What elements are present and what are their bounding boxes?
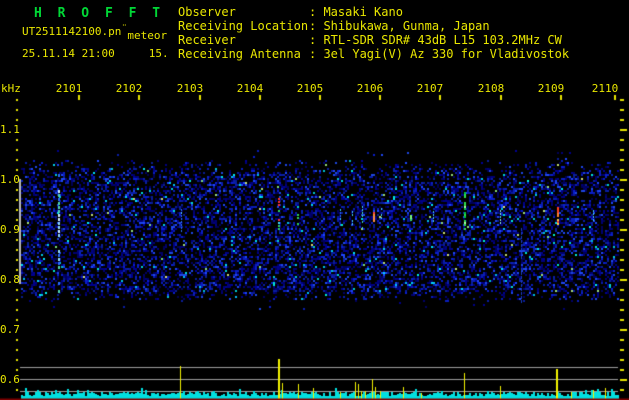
file-line: UT2511142100.pn¨meteor bbox=[22, 25, 167, 42]
hrofft-screen: H R O F F T UT2511142100.pn¨meteor 25.11… bbox=[0, 0, 629, 400]
info-label: Receiving Antenna bbox=[178, 47, 301, 61]
time-tick-label: 2108 bbox=[477, 82, 505, 95]
station-label: meteor bbox=[127, 29, 168, 42]
info-label: Receiver bbox=[178, 33, 236, 47]
freq-tick-label: 0.8 bbox=[0, 273, 20, 286]
info-row: Receiving Antenna : 3el Yagi(V) Az 330 fo… bbox=[178, 48, 569, 62]
time-tick-label: 2104 bbox=[236, 82, 264, 95]
file-name: UT2511142100.pn bbox=[22, 25, 122, 38]
freq-tick-label: 1.1 bbox=[0, 123, 20, 136]
freq-tick-label: 0.6 bbox=[0, 373, 20, 386]
info-row: Receiving Location: Shibukawa, Gunma, Ja… bbox=[178, 20, 569, 34]
time-tick-label: 2107 bbox=[416, 82, 444, 95]
freq-tick-label: 0.9 bbox=[0, 223, 20, 236]
time-tick-label: 2105 bbox=[296, 82, 324, 95]
info-value: : Shibukawa, Gunma, Japan bbox=[309, 19, 490, 33]
info-label: Observer bbox=[178, 5, 236, 19]
app-title: H R O F F T bbox=[34, 6, 165, 21]
time-tick-label: 2109 bbox=[537, 82, 565, 95]
time-tick-label: 2102 bbox=[115, 82, 143, 95]
info-value: : RTL-SDR SDR# 43dB L15 103.2MHz CW bbox=[309, 33, 562, 47]
freq-tick-label: 1.0 bbox=[0, 173, 20, 186]
info-row: Observer : Masaki Kano bbox=[178, 6, 569, 20]
freq-tick-label: 0.7 bbox=[0, 323, 20, 336]
time-tick-label: 2101 bbox=[55, 82, 83, 95]
observation-info: Observer : Masaki Kano Receiving Location:… bbox=[178, 6, 569, 62]
time-tick-label: 2106 bbox=[356, 82, 384, 95]
info-value: : Masaki Kano bbox=[309, 5, 403, 19]
time-tick-label: 2103 bbox=[176, 82, 204, 95]
info-label: Receiving Location bbox=[178, 19, 309, 33]
time-tick-label: 2110 bbox=[591, 82, 619, 95]
datetime-label: 25.11.14 21:00 bbox=[22, 47, 115, 60]
info-value: : 3el Yagi(V) Az 330 for Vladivostok bbox=[309, 47, 570, 61]
date-line: 25.11.14 21:00 15. bbox=[22, 48, 169, 59]
info-row: Receiver : RTL-SDR SDR# 43dB L15 103.2MHz… bbox=[178, 34, 569, 48]
count-label: 15. bbox=[148, 47, 169, 60]
freq-unit-label: kHz bbox=[1, 82, 21, 95]
